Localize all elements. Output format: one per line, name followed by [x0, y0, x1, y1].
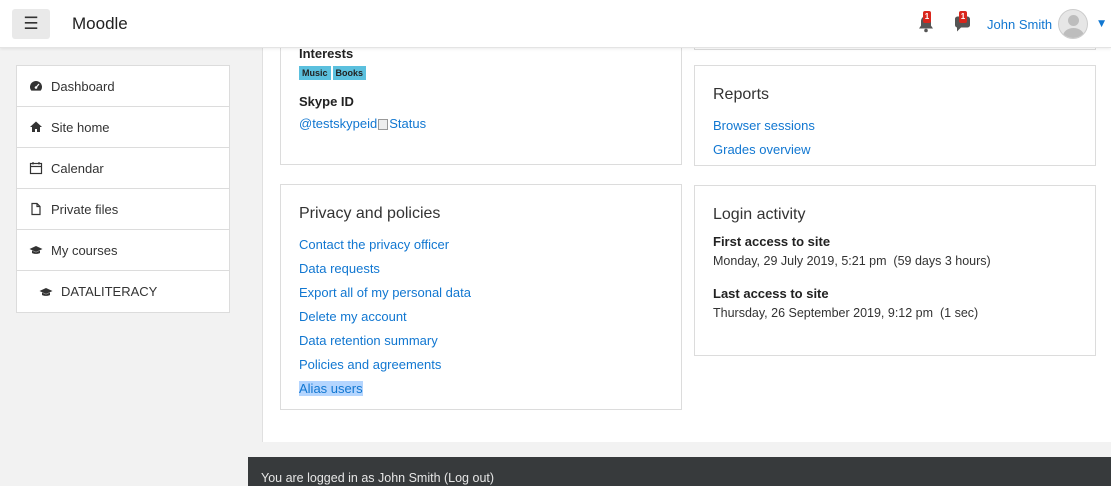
graduation-cap-icon — [39, 287, 53, 296]
file-icon — [31, 202, 41, 216]
policies-agreements-link[interactable]: Policies and agreements — [299, 353, 663, 377]
export-data-link[interactable]: Export all of my personal data — [299, 281, 663, 305]
skype-label: Skype ID — [299, 94, 354, 109]
interest-tag[interactable]: Books — [332, 66, 367, 80]
site-brand[interactable]: Moodle — [72, 14, 128, 34]
skype-row: @testskypeid Status — [299, 112, 663, 136]
delete-account-link[interactable]: Delete my account — [299, 305, 663, 329]
nav-item-calendar[interactable]: Calendar — [17, 148, 229, 189]
data-retention-link[interactable]: Data retention summary — [299, 329, 663, 353]
top-navbar: ☰ Moodle 1 1 John Smith ▼ — [0, 0, 1111, 48]
skype-id-link[interactable]: @testskypeid — [299, 112, 377, 136]
interests-label: Interests — [299, 46, 354, 61]
nav-item-dashboard[interactable]: Dashboard — [17, 66, 229, 107]
logged-in-text: You are logged in as John Smith (Log out… — [261, 471, 495, 485]
calendar-icon — [29, 162, 43, 175]
first-access-value: Monday, 29 July 2019, 5:21 pm (59 days 3… — [713, 254, 991, 268]
messages-button[interactable]: 1 — [951, 11, 973, 35]
message-badge: 1 — [959, 11, 968, 23]
user-nav: 1 1 John Smith ▼ — [915, 0, 1111, 48]
graduation-cap-icon — [29, 246, 43, 254]
interest-tag[interactable]: Music — [299, 66, 331, 80]
alias-users-link[interactable]: Alias users — [299, 377, 663, 401]
nav-item-site-home[interactable]: Site home — [17, 107, 229, 148]
notification-badge: 1 — [923, 11, 932, 23]
skype-status: Status — [389, 116, 427, 131]
notifications-button[interactable]: 1 — [915, 11, 937, 35]
nav-item-label: Dashboard — [51, 78, 115, 94]
dashboard-icon — [30, 81, 42, 91]
page-footer: You are logged in as John Smith (Log out… — [248, 457, 1111, 486]
nav-drawer: Dashboard Site home Calendar Private fil… — [0, 48, 248, 486]
alias-users-label: Alias users — [299, 381, 363, 396]
login-activity-card: Login activity First access to site Mond… — [694, 185, 1096, 356]
login-activity-title: Login activity — [713, 206, 806, 223]
user-details-card: Interests Music Books Skype ID @testskype… — [280, 46, 682, 165]
interests-tags: Music Books — [299, 64, 663, 80]
nav-item-label: Private files — [51, 201, 119, 217]
nav-item-label: Calendar — [51, 160, 104, 176]
user-menu-name[interactable]: John Smith — [987, 17, 1052, 32]
privacy-policies-card: Privacy and policies Contact the privacy… — [280, 184, 682, 410]
contact-privacy-officer-link[interactable]: Contact the privacy officer — [299, 233, 663, 257]
nav-item-label: DATALITERACY — [61, 284, 158, 299]
nav-item-dataliteracy[interactable]: DATALITERACY — [17, 271, 229, 312]
browser-sessions-link[interactable]: Browser sessions — [713, 114, 1077, 138]
last-access-label: Last access to site — [713, 286, 829, 301]
privacy-title: Privacy and policies — [299, 205, 441, 222]
nav-item-my-courses[interactable]: My courses — [17, 230, 229, 271]
broken-image-icon — [378, 118, 389, 130]
nav-item-label: Site home — [51, 119, 110, 135]
data-requests-link[interactable]: Data requests — [299, 257, 663, 281]
home-icon — [30, 121, 42, 132]
grades-overview-link[interactable]: Grades overview — [713, 138, 1077, 162]
drawer-nav-list: Dashboard Site home Calendar Private fil… — [16, 65, 230, 313]
reports-card: Reports Browser sessions Grades overview — [694, 65, 1096, 166]
hamburger-icon: ☰ — [23, 14, 39, 34]
avatar[interactable] — [1058, 9, 1089, 39]
nav-item-private-files[interactable]: Private files — [17, 189, 229, 230]
menu-toggle-button[interactable]: ☰ — [12, 9, 50, 39]
profile-page: Interests Music Books Skype ID @testskype… — [262, 46, 1111, 442]
reports-title: Reports — [713, 86, 770, 103]
chevron-down-icon[interactable]: ▼ — [1098, 19, 1105, 29]
first-access-label: First access to site — [713, 234, 831, 249]
nav-item-label: My courses — [51, 242, 118, 258]
last-access-value: Thursday, 26 September 2019, 9:12 pm (1 … — [713, 306, 979, 320]
